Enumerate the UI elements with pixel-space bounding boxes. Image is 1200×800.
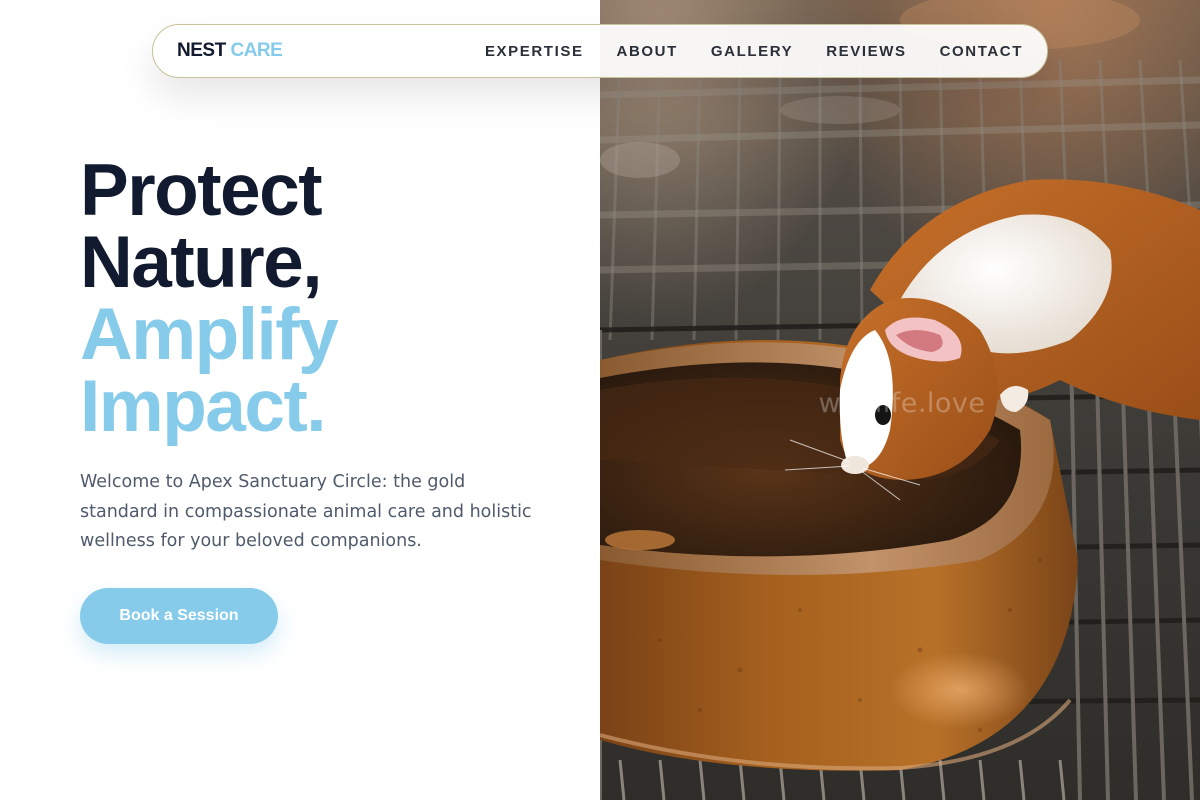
nav-link-contact[interactable]: CONTACT xyxy=(940,43,1023,60)
hero-description: Welcome to Apex Sanctuary Circle: the go… xyxy=(80,472,532,551)
brand-logo[interactable]: NEST CARE xyxy=(177,40,283,62)
headline-line-2: Nature, xyxy=(80,222,323,303)
nav-link-gallery[interactable]: GALLERY xyxy=(711,43,793,60)
brand-name-part2: CARE xyxy=(230,40,283,61)
brand-name-part1: NEST xyxy=(177,40,226,61)
hero-image: wildlife.love xyxy=(600,0,1200,800)
image-watermark: wildlife.love xyxy=(818,388,986,419)
headline-line-3: Amplify xyxy=(80,294,339,375)
nav-links: EXPERTISE ABOUT GALLERY REVIEWS CONTACT xyxy=(452,43,1023,60)
navbar: NEST CARE EXPERTISE ABOUT GALLERY REVIEW… xyxy=(152,24,1048,78)
hero-headline: Protect Nature, Amplify Impact. xyxy=(80,150,560,447)
nav-link-about[interactable]: ABOUT xyxy=(617,43,678,60)
nav-link-reviews[interactable]: REVIEWS xyxy=(826,43,906,60)
nav-link-expertise[interactable]: EXPERTISE xyxy=(485,43,584,60)
headline-line-1: Protect xyxy=(80,150,323,231)
book-session-button[interactable]: Book a Session xyxy=(80,588,278,644)
headline-line-4: Impact. xyxy=(80,366,327,447)
